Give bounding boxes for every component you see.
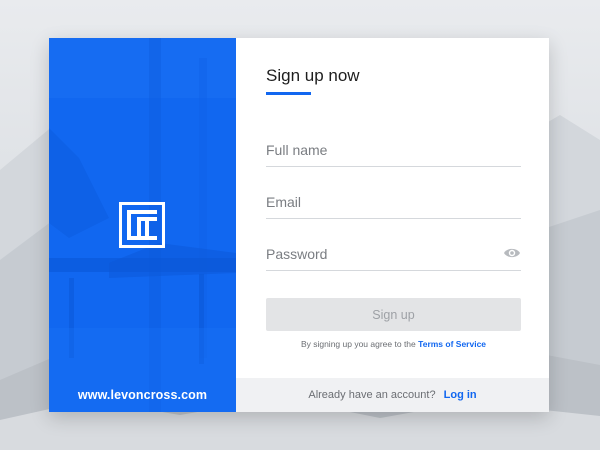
login-footer: Already have an account? Log in xyxy=(236,378,549,412)
brand-panel: www.levoncross.com xyxy=(49,38,236,412)
login-link[interactable]: Log in xyxy=(444,389,477,401)
terms-notice: By signing up you agree to the Terms of … xyxy=(266,339,521,349)
terms-of-service-link[interactable]: Terms of Service xyxy=(418,339,486,349)
terms-prefix: By signing up you agree to the xyxy=(300,339,416,349)
eye-icon[interactable] xyxy=(503,246,521,260)
login-prompt: Already have an account? xyxy=(308,389,436,401)
email-input[interactable] xyxy=(266,185,521,218)
email-field xyxy=(266,185,521,219)
form-title: Sign up now xyxy=(266,66,360,85)
full-name-input[interactable] xyxy=(266,133,521,166)
signup-card: www.levoncross.com Sign up now Sign up B… xyxy=(49,38,549,412)
password-input[interactable] xyxy=(266,237,521,270)
password-field xyxy=(266,237,521,271)
full-name-field xyxy=(266,133,521,167)
signup-form-panel: Sign up now Sign up By signing up you ag… xyxy=(236,38,549,412)
website-link[interactable]: www.levoncross.com xyxy=(49,388,236,402)
signup-button[interactable]: Sign up xyxy=(266,298,521,331)
lc-monogram-logo-icon xyxy=(119,202,165,248)
title-underline xyxy=(266,92,311,95)
